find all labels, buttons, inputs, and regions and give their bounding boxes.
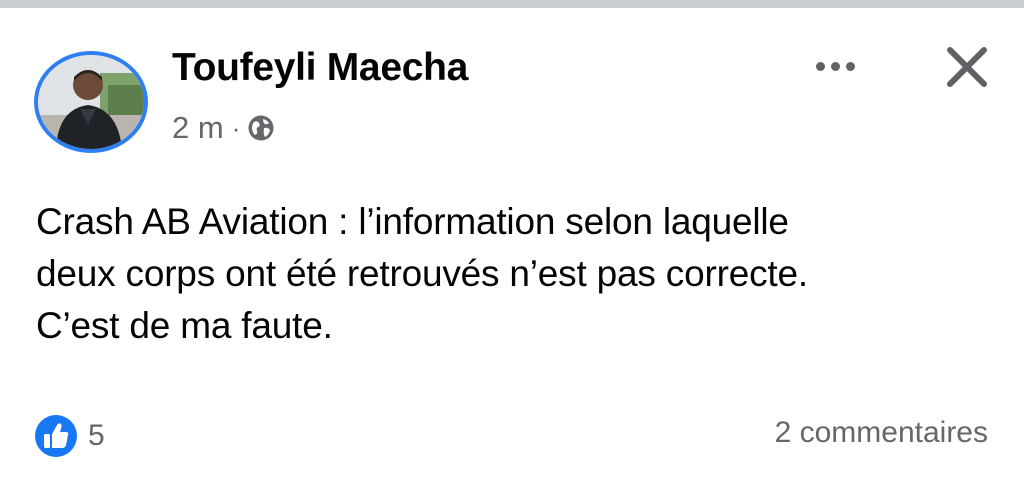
author-name[interactable]: Toufeyli Maecha — [172, 46, 468, 90]
post-meta: 2 m · — [172, 108, 275, 148]
globe-icon — [247, 114, 275, 142]
post-time[interactable]: 2 m — [172, 110, 224, 146]
more-options-button[interactable] — [806, 48, 864, 84]
comments-count-link[interactable]: 2 commentaires — [775, 416, 988, 450]
top-divider — [0, 0, 1024, 8]
avatar-photo — [38, 55, 144, 149]
meta-separator: · — [231, 112, 241, 143]
more-horizontal-icon — [815, 61, 825, 71]
post-card: Toufeyli Maecha 2 m · Crash AB Aviation … — [0, 0, 1024, 493]
like-icon — [34, 414, 78, 458]
post-text: Crash AB Aviation : l’information selon … — [36, 201, 808, 346]
close-icon — [947, 47, 987, 87]
close-button[interactable] — [940, 40, 994, 94]
reactions-summary[interactable]: 5 — [34, 414, 105, 458]
reaction-count: 5 — [88, 419, 105, 452]
avatar[interactable] — [34, 51, 148, 153]
